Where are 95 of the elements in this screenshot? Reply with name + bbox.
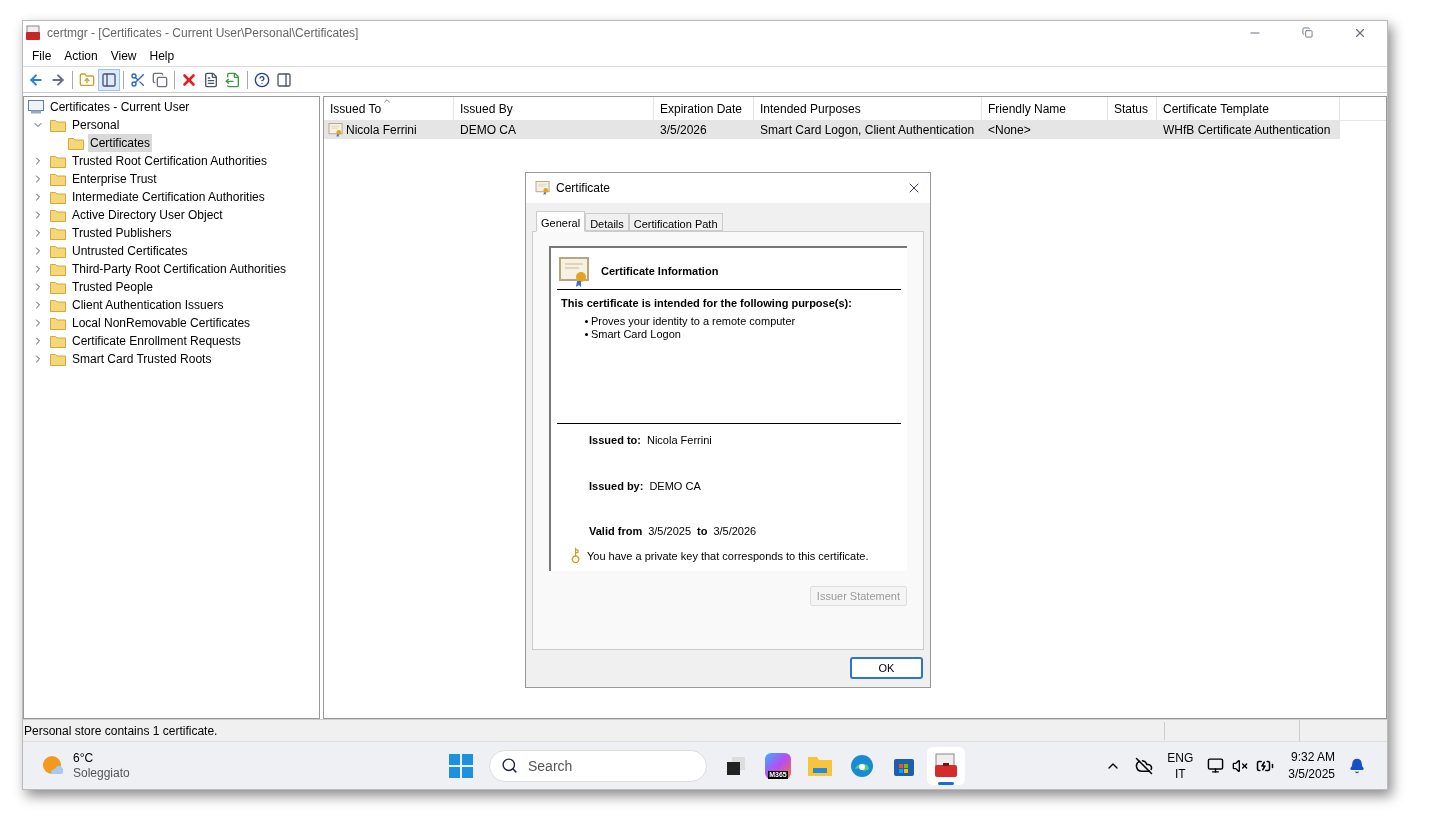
folder-icon — [50, 316, 66, 330]
menu-item[interactable]: Action — [59, 46, 103, 65]
folder-icon — [50, 352, 66, 366]
table-cell-text: DEMO CA — [460, 122, 516, 139]
tree-item[interactable]: Active Directory User Object — [70, 206, 225, 224]
tree-item[interactable]: Smart Card Trusted Roots — [70, 350, 214, 368]
dialog-title: Certificate — [556, 180, 611, 197]
table-row[interactable]: Nicola Ferrini DEMO CA 3/5/2026 Smart Card Logon, Client Authentication <None> WHfB Certificate Authentication — [324, 121, 1340, 139]
menu-item[interactable]: Help — [144, 46, 180, 65]
column-header[interactable]: Issued To — [324, 97, 454, 120]
certificate-store-icon — [28, 100, 44, 114]
column-header[interactable]: Status — [1108, 97, 1157, 120]
tree-item[interactable]: Intermediate Certification Authorities — [70, 188, 267, 206]
table-cell-text: <None> — [988, 122, 1031, 139]
status-text: Personal store contains 1 certificate. — [23, 721, 1165, 740]
toolbox-app-icon[interactable] — [933, 752, 959, 779]
dialog-tab[interactable]: Certification Path — [628, 213, 723, 231]
folder-icon — [50, 298, 66, 312]
task-view-icon[interactable] — [725, 754, 747, 777]
tree-item[interactable]: Local NonRemovable Certificates — [70, 314, 253, 332]
table-cell-text: Nicola Ferrini — [346, 122, 417, 139]
column-header[interactable]: Issued By — [454, 97, 654, 120]
folder-icon — [50, 190, 66, 204]
folder-icon — [50, 334, 66, 348]
weather-condition: Soleggiato — [73, 765, 130, 781]
clock-date[interactable]: 3/5/2025 — [1288, 765, 1335, 783]
search-icon — [501, 756, 518, 774]
tree-item[interactable]: Certificates — [88, 134, 153, 152]
restore-icon[interactable] — [1302, 27, 1313, 38]
field-label: Issued by: — [589, 478, 644, 494]
column-header[interactable]: Friendly Name — [982, 97, 1108, 120]
bullet-icon — [585, 319, 588, 323]
column-header[interactable]: Certificate Template — [1157, 97, 1340, 120]
tree-item[interactable]: Trusted Publishers — [70, 224, 174, 242]
folder-icon — [50, 280, 66, 294]
keyboard-layout[interactable]: IT — [1174, 765, 1186, 782]
folder-icon — [50, 262, 66, 276]
cloud-off-icon[interactable] — [1135, 756, 1154, 775]
search-field[interactable]: Search — [489, 749, 707, 782]
table-cell-text: Smart Card Logon, Client Authentication — [760, 122, 975, 139]
field-label: Valid from — [589, 524, 643, 539]
active-indicator — [938, 781, 954, 785]
folder-icon — [50, 172, 66, 186]
menu-item[interactable]: View — [105, 46, 142, 65]
folder-icon — [50, 226, 66, 240]
tree-item[interactable]: Enterprise Trust — [70, 170, 159, 188]
folder-icon — [50, 244, 66, 258]
close-icon[interactable] — [1353, 26, 1367, 40]
dialog-tab[interactable]: General — [536, 211, 586, 232]
folder-icon — [50, 154, 66, 168]
column-header[interactable]: Intended Purposes — [754, 97, 982, 120]
purpose-item: Smart Card Logon — [591, 327, 681, 341]
ok-button[interactable]: OK — [850, 657, 923, 679]
certificate-icon — [328, 123, 344, 137]
menu-item[interactable]: File — [27, 46, 57, 65]
folder-app-icon[interactable] — [807, 754, 833, 777]
tree-item[interactable]: Certificate Enrollment Requests — [70, 332, 243, 350]
column-header[interactable]: Expiration Date — [654, 97, 754, 120]
tree-item[interactable]: Personal — [70, 116, 122, 134]
folder-icon — [50, 118, 66, 132]
tree-item[interactable]: Untrusted Certificates — [70, 242, 190, 260]
table-cell-text: 3/5/2026 — [660, 122, 707, 139]
folder-icon — [50, 208, 66, 222]
table-cell-text: WHfB Certificate Authentication — [1163, 122, 1331, 139]
clock-time[interactable]: 9:32 AM — [1290, 748, 1335, 766]
certificate-icon — [535, 181, 551, 195]
browser-icon[interactable] — [850, 753, 874, 778]
purpose-heading: This certificate is intended for the following purpose(s): — [560, 296, 853, 311]
window-title: certmgr - [Certificates - Current User\Personal\Certificates] — [47, 25, 359, 42]
folder-icon — [68, 136, 84, 150]
info-heading: Certificate Information — [601, 264, 719, 280]
field-label: to — [697, 524, 708, 539]
purpose-item: Proves your identity to a remote computer — [591, 314, 796, 328]
tree-item[interactable]: Trusted Root Certification Authorities — [70, 152, 269, 170]
tree-item[interactable]: Client Authentication Issuers — [70, 296, 226, 314]
tree-pane-icon[interactable] — [98, 68, 120, 91]
field-value: 3/5/2026 — [713, 524, 757, 539]
notification-bell-icon[interactable] — [1349, 757, 1365, 774]
tree-item[interactable]: Certificates - Current User — [48, 98, 192, 116]
tree-item[interactable]: Trusted People — [70, 278, 155, 296]
field-value: 3/5/2025 — [648, 524, 691, 539]
field-value: Nicola Ferrini — [646, 433, 712, 448]
key-note: You have a private key that corresponds to this certificate. — [587, 548, 869, 564]
tree-item[interactable]: Third-Party Root Certification Authorities — [70, 260, 289, 278]
certificate-icon — [559, 256, 591, 287]
volume-muted-icon[interactable] — [1232, 757, 1249, 774]
language-code[interactable]: ENG — [1167, 749, 1194, 766]
bullet-icon — [585, 332, 588, 336]
toolbox-app-icon — [25, 25, 41, 41]
dialog-tab[interactable]: Details — [585, 213, 629, 231]
field-value: DEMO CA — [649, 478, 701, 494]
field-label: Issued to: — [589, 433, 641, 448]
network-icon[interactable] — [1207, 757, 1225, 774]
weather-temperature: 6°C — [73, 750, 95, 766]
start-windows-icon[interactable] — [449, 753, 473, 778]
